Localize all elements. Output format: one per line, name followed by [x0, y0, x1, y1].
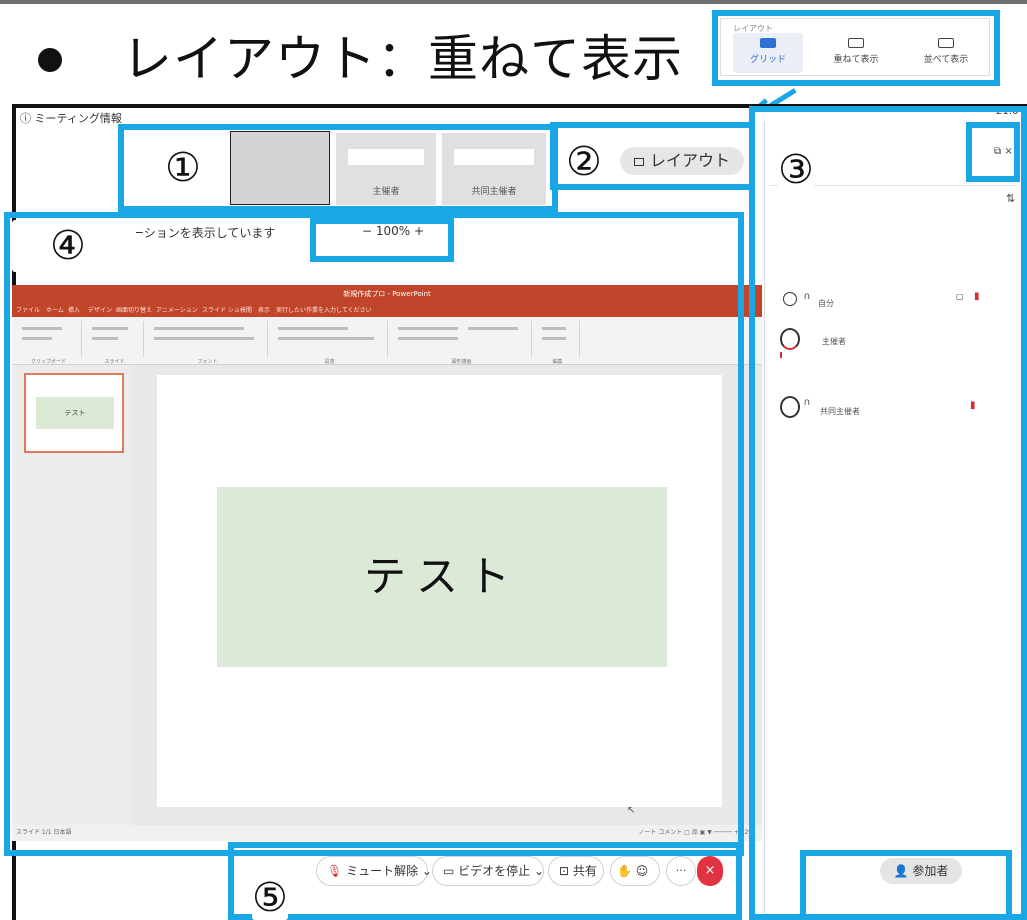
- highlight-participants-button: [800, 850, 1012, 920]
- highlight-shared-screen: [4, 212, 744, 856]
- highlight-zoom: [310, 218, 454, 262]
- meeting-info-link[interactable]: ⓘ ミーティング情報: [20, 110, 122, 126]
- callout-number: ③: [778, 147, 814, 193]
- highlight-participants-panel: [749, 106, 1027, 920]
- callout-number: ④: [12, 220, 136, 272]
- callout-number: ①: [165, 145, 201, 191]
- top-bar: [0, 0, 1027, 4]
- highlight-toolbar: [228, 842, 742, 920]
- highlight-layout-popup: [712, 10, 1000, 86]
- callout-number: ②: [566, 139, 602, 185]
- slide-heading: レイアウト：重ねて表示: [122, 30, 683, 88]
- callout-number: ⑤: [252, 875, 288, 920]
- highlight-popout-close: [966, 122, 1020, 182]
- bullet-dot: [38, 48, 62, 72]
